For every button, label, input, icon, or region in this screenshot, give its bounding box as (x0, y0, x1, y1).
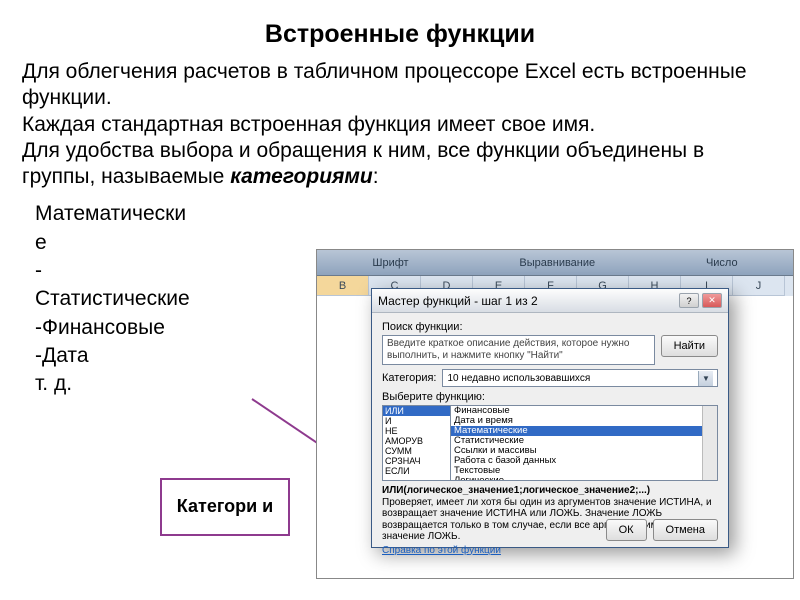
bullet-fin: -Финансовые (35, 316, 165, 339)
bullet-etc: т. д. (35, 372, 72, 395)
body-paragraph: Для облегчения расчетов в табличном проц… (0, 59, 800, 190)
col-B[interactable]: B (317, 276, 369, 296)
cancel-button[interactable]: Отмена (653, 519, 718, 541)
ribbon-font: Шрифт (364, 257, 416, 269)
bullet-stat: Статистические (35, 287, 190, 310)
close-icon[interactable]: ✕ (702, 293, 722, 308)
line-2: Каждая стандартная встроенная функция им… (22, 113, 595, 136)
find-button[interactable]: Найти (661, 335, 718, 357)
col-J[interactable]: J (733, 276, 785, 296)
ribbon-number: Число (698, 257, 746, 269)
category-selected-value: 10 недавно использовавшихся (447, 373, 590, 384)
scrollbar[interactable] (702, 406, 717, 480)
func-item[interactable]: СРЗНАЧ (383, 456, 450, 466)
cat-item[interactable]: Логические (451, 476, 717, 481)
ribbon-align: Выравнивание (511, 257, 603, 269)
bullet-math-a: Математически (35, 202, 186, 225)
function-list[interactable]: ИЛИ И НЕ АМОРУВ СУММ СРЗНАЧ ЕСЛИ (382, 405, 450, 481)
excel-ribbon: Шрифт Выравнивание Число (317, 250, 793, 276)
func-item[interactable]: СУММ (383, 446, 450, 456)
dialog-titlebar: Мастер функций - шаг 1 из 2 ? ✕ (372, 289, 728, 313)
chevron-down-icon[interactable]: ▼ (698, 371, 713, 386)
excel-screenshot: Шрифт Выравнивание Число B C D E F G H I… (316, 249, 794, 579)
func-item[interactable]: И (383, 416, 450, 426)
func-item[interactable]: НЕ (383, 426, 450, 436)
func-item[interactable]: АМОРУВ (383, 436, 450, 446)
category-select[interactable]: 10 недавно использовавшихся ▼ (442, 369, 718, 387)
func-item[interactable]: ИЛИ (383, 406, 450, 416)
line-3c: : (373, 165, 379, 188)
category-label: Категория: (382, 372, 436, 384)
func-signature: ИЛИ(логическое_значение1;логическое_знач… (382, 485, 650, 496)
func-item[interactable]: ЕСЛИ (383, 466, 450, 476)
help-icon[interactable]: ? (679, 293, 699, 308)
line-3b: категориями (230, 165, 373, 188)
bullet-dash: - (35, 259, 42, 282)
select-func-label: Выберите функцию: (382, 391, 718, 403)
function-wizard-dialog: Мастер функций - шаг 1 из 2 ? ✕ Поиск фу… (371, 288, 729, 548)
slide-title: Встроенные функции (0, 0, 800, 59)
search-input[interactable]: Введите краткое описание действия, котор… (382, 335, 655, 365)
category-dropdown-list[interactable]: Финансовые Дата и время Математические С… (450, 405, 718, 481)
ok-button[interactable]: ОК (606, 519, 647, 541)
line-1: Для облегчения расчетов в табличном проц… (22, 60, 747, 109)
bullet-math-b: е (35, 231, 47, 254)
help-link[interactable]: Справка по этой функции (382, 545, 501, 556)
bullet-date: -Дата (35, 344, 89, 367)
callout-categories: Категори и (160, 478, 290, 536)
search-label: Поиск функции: (382, 321, 718, 333)
dialog-title-text: Мастер функций - шаг 1 из 2 (378, 294, 538, 308)
